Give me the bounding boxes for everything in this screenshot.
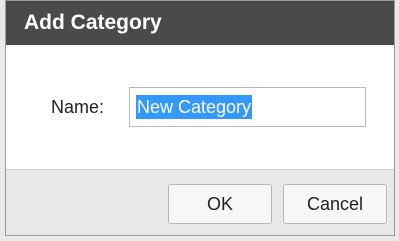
add-category-dialog: Add Category Name: New Category OK Cance… bbox=[5, 0, 395, 236]
name-input[interactable]: New Category bbox=[129, 87, 366, 127]
dialog-titlebar: Add Category bbox=[6, 1, 394, 45]
ok-button[interactable]: OK bbox=[168, 184, 272, 224]
dialog-body: Name: New Category bbox=[6, 45, 394, 169]
dialog-footer: OK Cancel bbox=[6, 169, 394, 235]
name-input-value[interactable]: New Category bbox=[136, 95, 253, 119]
cancel-button[interactable]: Cancel bbox=[283, 184, 387, 224]
name-label: Name: bbox=[51, 97, 105, 117]
dialog-title: Add Category bbox=[24, 11, 162, 34]
